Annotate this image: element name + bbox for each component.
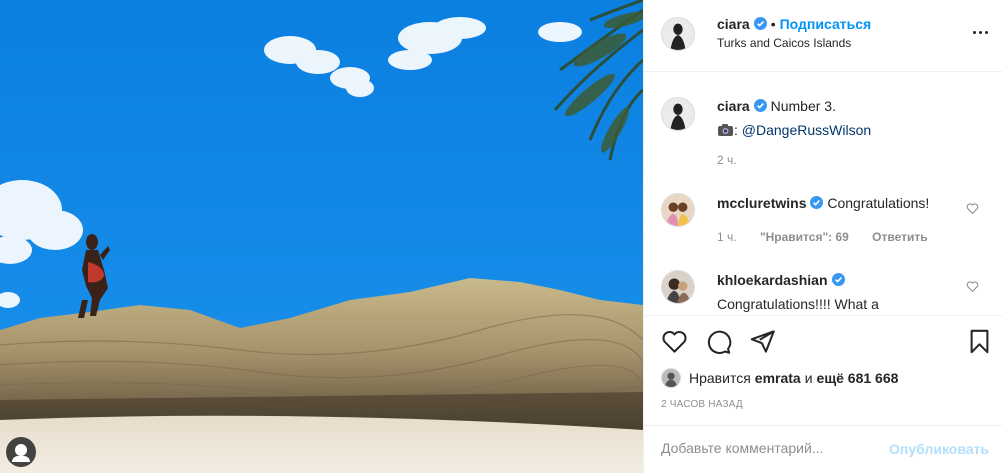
comment-text: Congratulations!!!! What a	[717, 296, 879, 312]
author-avatar[interactable]	[661, 17, 695, 51]
add-comment-bar: Опубликовать	[644, 425, 1002, 473]
post-header: ciara • Подписаться Turks and Caicos Islan…	[644, 0, 1002, 72]
post-location[interactable]: Turks and Caicos Islands	[717, 36, 851, 50]
instagram-post-modal: ciara • Подписаться Turks and Caicos Islan…	[0, 0, 1002, 473]
follow-button[interactable]: Подписаться	[780, 16, 872, 32]
comment-like-icon[interactable]	[966, 280, 979, 293]
liker-username[interactable]: emrata	[755, 370, 801, 386]
caption-text: Number 3.	[770, 98, 836, 114]
like-heart-icon[interactable]	[661, 328, 688, 355]
header-line: ciara • Подписаться	[717, 16, 871, 32]
post-timestamp[interactable]: 2 часов назад	[661, 399, 743, 410]
caption-avatar[interactable]	[661, 97, 695, 131]
verified-badge-icon	[831, 273, 845, 286]
separator-dot: •	[770, 16, 776, 32]
author-username[interactable]: ciara	[717, 16, 750, 32]
comments-list: ciara Number 3. : @DangeRussWilson 2 ч. …	[644, 73, 1002, 314]
more-options-icon[interactable]	[973, 24, 989, 40]
caption-time[interactable]: 2 ч.	[717, 153, 737, 167]
comment-icon[interactable]	[705, 328, 732, 355]
caption-text-block: ciara Number 3. : @DangeRussWilson	[717, 94, 967, 142]
post-photo[interactable]	[0, 0, 643, 473]
comment-username[interactable]: khloekardashian	[717, 272, 828, 288]
credit-mention-link[interactable]: @DangeRussWilson	[742, 122, 871, 138]
comment-text-block: mccluretwins Congratulations!	[717, 191, 967, 215]
publish-button[interactable]: Опубликовать	[889, 441, 989, 457]
likes-and: и	[804, 370, 813, 386]
comment-input[interactable]	[661, 436, 876, 460]
comment-text-block: khloekardashian Congratulations!!!! What…	[717, 268, 967, 314]
comment-meta: 1 ч. "Нравится": 69 Ответить	[717, 230, 948, 244]
comment-text: Congratulations!	[827, 195, 930, 211]
verified-badge-icon	[753, 99, 767, 112]
caption-meta: 2 ч.	[717, 153, 757, 167]
reply-button[interactable]: Ответить	[872, 230, 927, 244]
likes-prefix: Нравится	[689, 370, 751, 386]
verified-badge-icon	[810, 196, 824, 209]
comment-username[interactable]: mccluretwins	[717, 195, 806, 211]
share-icon[interactable]	[749, 328, 776, 355]
post-actions-bar	[644, 315, 1002, 367]
caption-username[interactable]: ciara	[717, 98, 750, 114]
comment-avatar[interactable]	[661, 270, 695, 304]
beach-cliff-photo	[0, 0, 643, 473]
verified-badge-icon	[753, 17, 767, 30]
liker-avatar[interactable]	[661, 368, 681, 388]
camera-emoji-icon	[717, 120, 734, 136]
comment-time[interactable]: 1 ч.	[717, 230, 737, 244]
post-sidebar: ciara • Подписаться Turks and Caicos Islan…	[643, 0, 1002, 473]
tagged-users-icon[interactable]	[6, 437, 36, 467]
likes-count[interactable]: ещё 681 668	[817, 370, 899, 386]
comment-avatar[interactable]	[661, 193, 695, 227]
bookmark-icon[interactable]	[966, 328, 993, 355]
likes-summary: Нравится emrata и ещё 681 668	[661, 367, 898, 389]
credit-prefix: :	[734, 122, 738, 138]
comment-like-icon[interactable]	[966, 202, 979, 215]
comment-likes-count[interactable]: "Нравится": 69	[760, 230, 849, 244]
